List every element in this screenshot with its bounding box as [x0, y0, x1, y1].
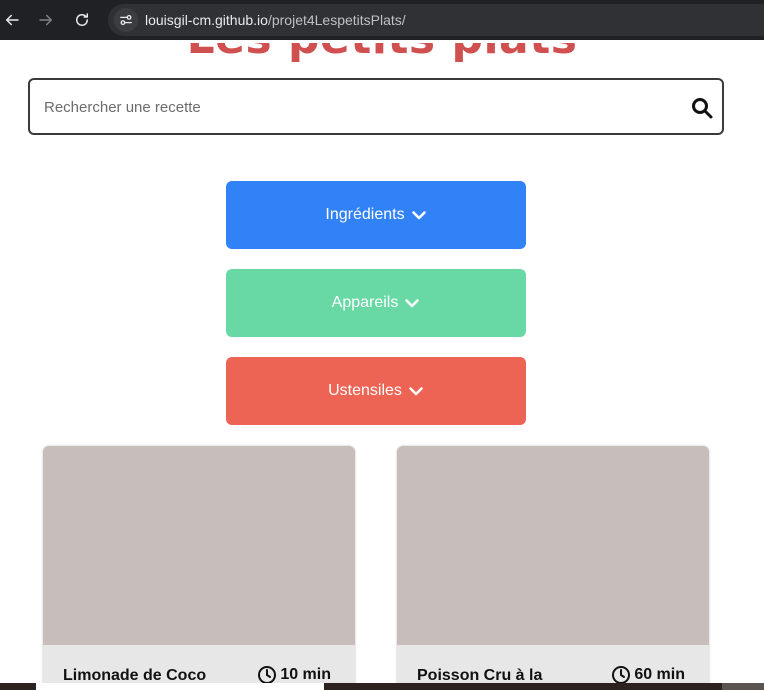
- chevron-down-icon: [409, 387, 423, 396]
- recipe-time: 10 min: [257, 665, 331, 685]
- ustensiles-filter-label: Ustensiles: [328, 382, 402, 399]
- address-bar[interactable]: louisgil-cm.github.io/projet4LespetitsPl…: [108, 4, 764, 36]
- clock-icon: [258, 666, 277, 684]
- horizontal-scrollbar-thumb[interactable]: [36, 683, 324, 690]
- recipe-image-placeholder: [43, 446, 355, 645]
- clock-icon: [612, 666, 631, 684]
- page-content: Les petits plats Ingrédients Appareils U…: [0, 43, 764, 690]
- ustensiles-filter-button[interactable]: Ustensiles: [226, 357, 526, 425]
- back-arrow-icon[interactable]: [0, 8, 24, 32]
- chevron-down-icon: [411, 211, 426, 220]
- search-input[interactable]: [44, 92, 664, 122]
- url-path: /projet4LespetitsPlats/: [267, 12, 406, 28]
- recipe-time: 60 min: [611, 665, 685, 685]
- search-icon[interactable]: [690, 96, 714, 120]
- chevron-down-icon: [405, 299, 420, 308]
- appareils-filter-button[interactable]: Appareils: [226, 269, 526, 337]
- taskbar-segment: [722, 683, 764, 690]
- recipe-card[interactable]: Poisson Cru à la 60 min: [397, 446, 709, 690]
- appareils-filter-label: Appareils: [331, 294, 399, 311]
- url-host: louisgil-cm.github.io: [145, 12, 268, 28]
- forward-arrow-icon[interactable]: [34, 8, 58, 32]
- ingredients-filter-label: Ingrédients: [325, 206, 405, 223]
- search-bar: [28, 78, 724, 135]
- site-logo-title[interactable]: Les petits plats: [0, 43, 764, 64]
- recipe-time-value: 60 min: [634, 666, 685, 683]
- reload-icon[interactable]: [70, 8, 94, 32]
- site-settings-icon[interactable]: [114, 8, 138, 32]
- ingredients-filter-button[interactable]: Ingrédients: [226, 181, 526, 249]
- url-text[interactable]: louisgil-cm.github.io/projet4LespetitsPl…: [145, 12, 406, 28]
- recipe-card[interactable]: Limonade de Coco 10 min: [43, 446, 355, 690]
- browser-toolbar: louisgil-cm.github.io/projet4LespetitsPl…: [0, 0, 764, 40]
- recipe-image-placeholder: [397, 446, 709, 645]
- recipe-time-value: 10 min: [280, 666, 331, 683]
